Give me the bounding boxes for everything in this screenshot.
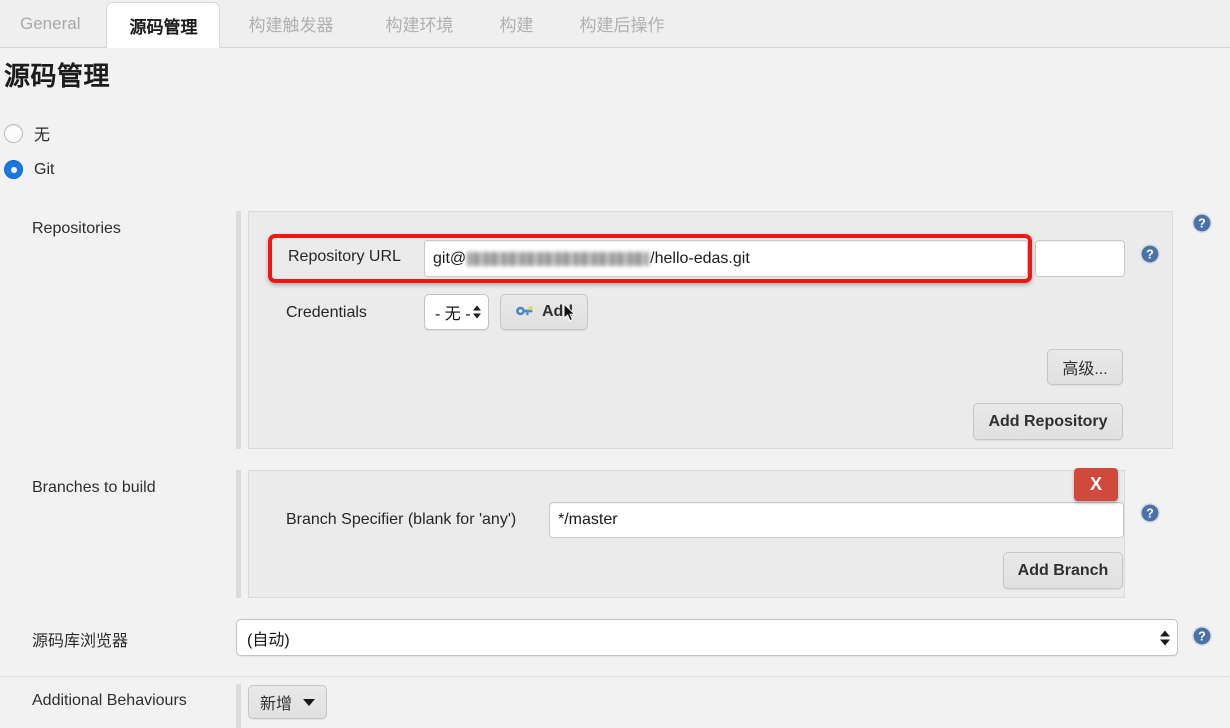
add-credentials-label: Add [541,303,574,320]
add-repository-button[interactable]: Add Repository [973,403,1123,440]
additional-behaviours-rail [236,684,241,728]
tab-scm[interactable]: 源码管理 [106,2,221,48]
label-additional-behaviours: Additional Behaviours [32,692,187,709]
branches-rail [236,470,241,598]
credentials-select[interactable]: - 无 - [424,294,489,330]
help-icon-repository-url[interactable]: ? [1139,243,1161,265]
scm-config-page: General 源码管理 构建触发器 构建环境 构建 构建后操作 源码管理 无 … [0,0,1230,728]
delete-branch-button[interactable]: X [1074,468,1118,501]
add-branch-button[interactable]: Add Branch [1003,552,1123,589]
branch-specifier-input[interactable]: */master [549,502,1124,538]
tab-post-build[interactable]: 构建后操作 [555,0,688,47]
section-divider [0,676,1230,677]
repository-browser-select[interactable]: (自动) [236,619,1178,656]
repository-url-suffix: /hello-edas.git [650,249,750,267]
tab-build-triggers[interactable]: 构建触发器 [220,0,361,47]
add-repository-label: Add Repository [988,412,1108,430]
radio-option-none[interactable]: 无 [4,121,50,145]
radio-option-git[interactable]: Git [4,160,54,179]
chevron-down-icon [303,698,315,706]
repository-url-secondary-input[interactable] [1035,240,1125,277]
tab-build-environment[interactable]: 构建环境 [361,0,477,47]
help-icon-repository-browser[interactable]: ? [1191,625,1213,647]
tab-general[interactable]: General [0,0,106,47]
delete-branch-label: X [1089,474,1102,494]
stepper-arrows-icon[interactable] [473,305,481,319]
add-behaviour-button[interactable]: 新增 [248,685,327,719]
repository-url-redacted [467,251,650,266]
label-branches-to-build: Branches to build [32,479,156,496]
help-icon-branch-specifier[interactable]: ? [1139,502,1161,524]
repository-browser-value: (自动) [247,631,290,649]
label-repositories: Repositories [32,220,121,237]
tab-build[interactable]: 构建 [477,0,555,47]
repository-url-prefix: git@ [433,249,467,267]
label-repository-browser: 源码库浏览器 [32,633,129,650]
page-title: 源码管理 [4,61,111,91]
label-branch-specifier: Branch Specifier (blank for 'any') [286,511,517,528]
advanced-button-label: 高级... [1062,361,1108,378]
radio-indicator-git[interactable] [4,160,23,179]
credentials-select-value: - 无 - [435,306,471,323]
radio-label-none: 无 [34,127,51,144]
svg-text:?: ? [1198,217,1206,231]
svg-text:?: ? [1146,248,1154,262]
add-credentials-button[interactable]: Add [500,294,588,330]
label-repository-url: Repository URL [288,248,401,265]
radio-indicator-none[interactable] [4,123,23,143]
repositories-rail [236,211,241,449]
repository-browser-stepper-icon[interactable] [1160,630,1170,645]
add-behaviour-label: 新增 [259,696,292,713]
label-credentials: Credentials [286,304,367,321]
tab-bar: General 源码管理 构建触发器 构建环境 构建 构建后操作 [0,0,1230,48]
svg-text:?: ? [1198,630,1206,644]
radio-label-git: Git [34,160,55,178]
help-icon-repositories[interactable]: ? [1191,212,1213,234]
advanced-button[interactable]: 高级... [1047,349,1123,385]
add-branch-label: Add Branch [1017,561,1109,579]
svg-text:?: ? [1146,507,1154,521]
key-icon [515,302,535,323]
repository-url-input[interactable]: git@ /hello-edas.git [424,240,1028,277]
